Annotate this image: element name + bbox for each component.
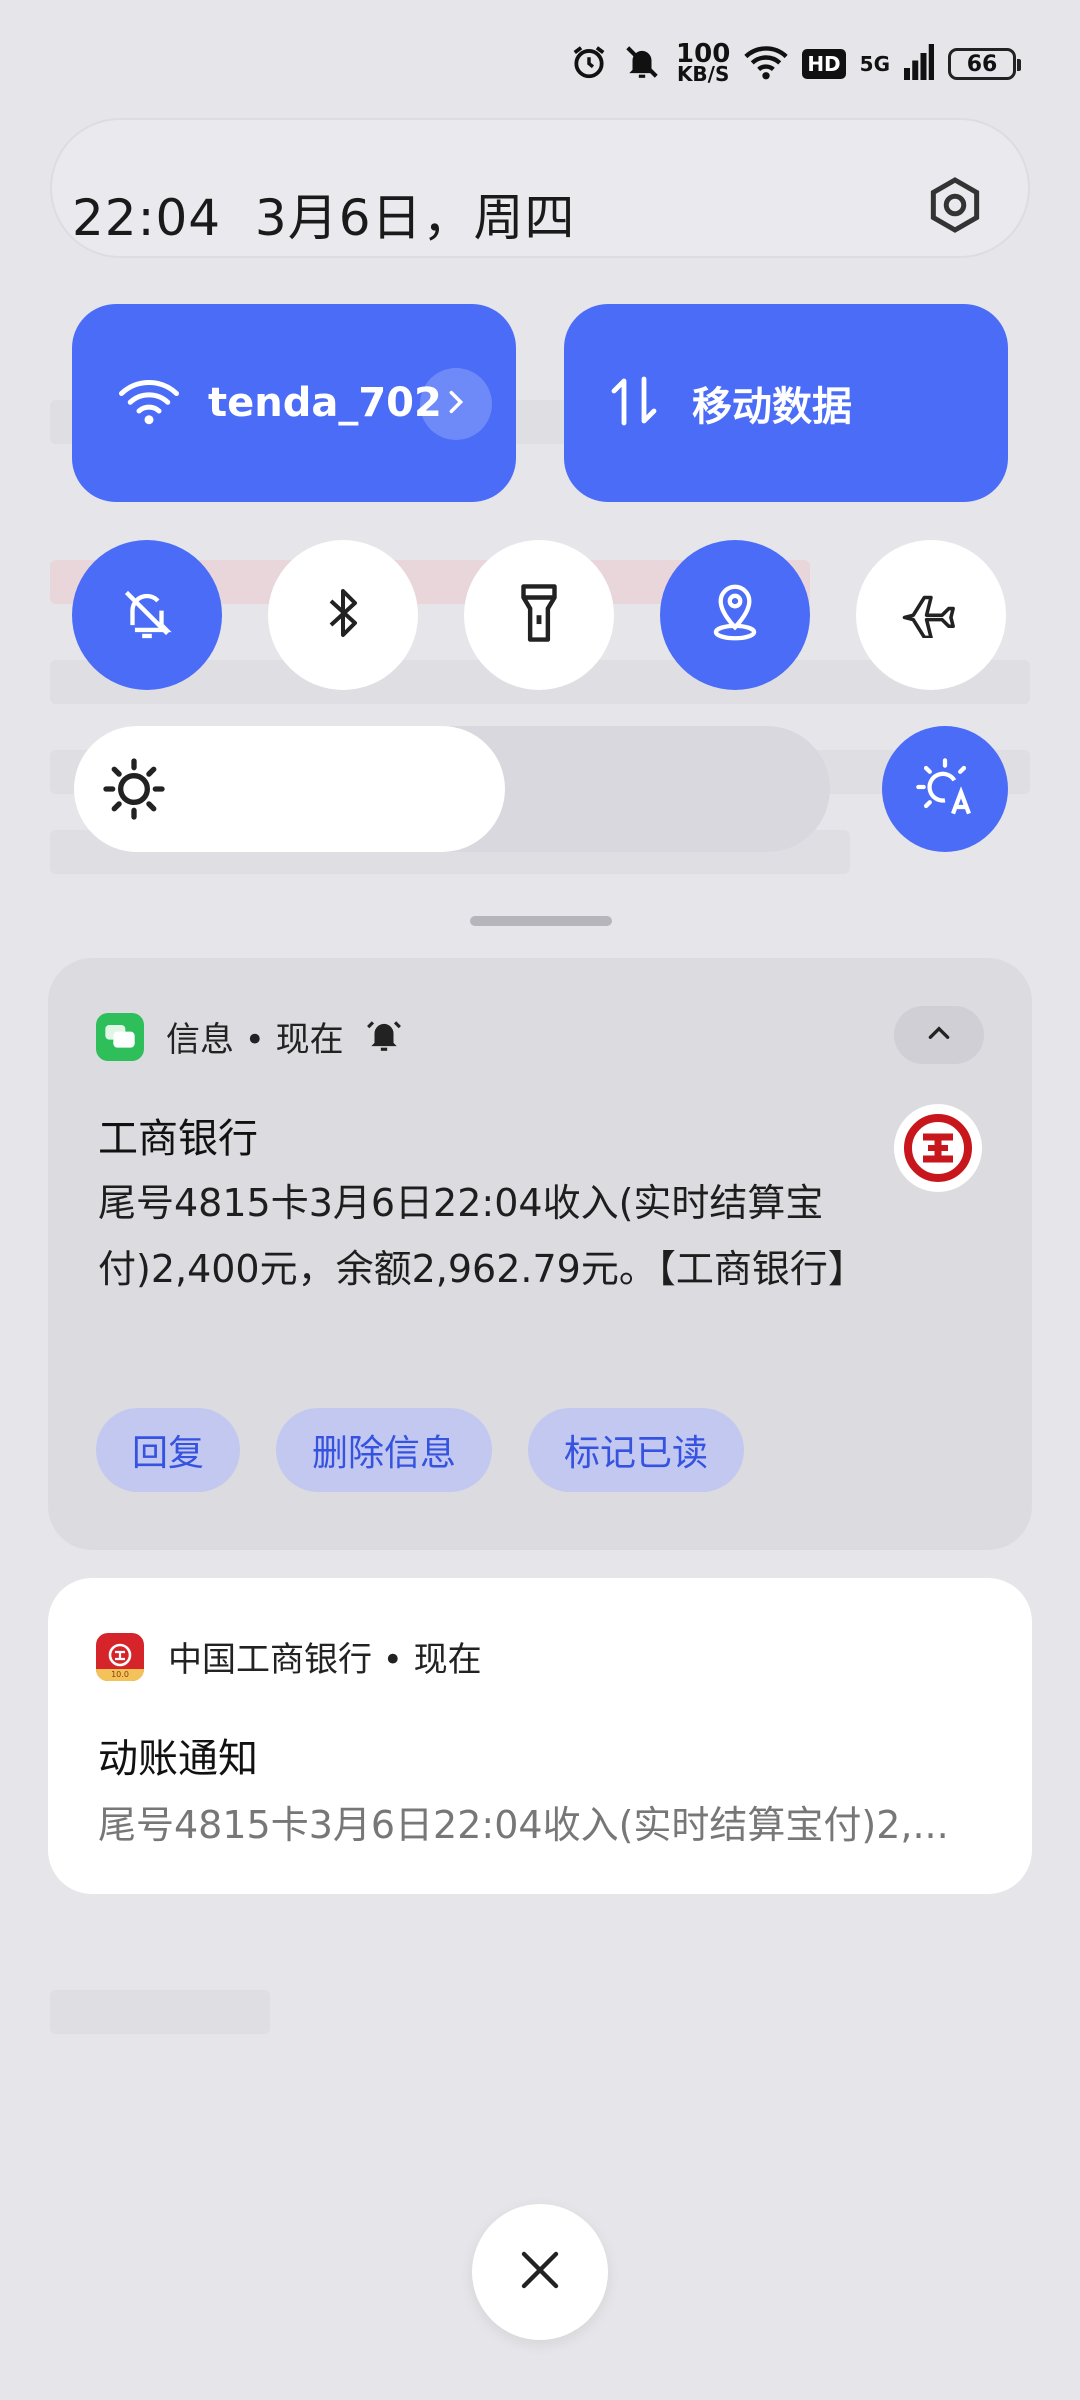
network-type: 5G xyxy=(859,52,890,76)
wifi-icon xyxy=(744,43,788,85)
mobile-data-tile[interactable]: 移动数据 xyxy=(564,304,1008,502)
signal-icon xyxy=(904,44,934,84)
notification-title: 动账通知 xyxy=(98,1736,258,1782)
mobile-data-label: 移动数据 xyxy=(692,384,852,430)
notification-header: 10.0 中国工商银行 • 现在 xyxy=(96,1632,482,1681)
notification-actions: 回复 删除信息 标记已读 xyxy=(96,1408,745,1492)
app-version-badge: 10.0 xyxy=(96,1668,144,1681)
wifi-tile[interactable]: tenda_702 xyxy=(72,304,516,502)
battery-indicator: 66 xyxy=(948,48,1021,80)
location-icon xyxy=(706,582,764,648)
airplane-icon xyxy=(900,588,962,642)
chevron-up-icon xyxy=(926,1023,952,1047)
wifi-details-button[interactable] xyxy=(420,368,492,440)
datetime-header: 22:04 3月6日，周四 xyxy=(72,178,576,250)
background-text-line xyxy=(50,1990,270,2034)
auto-brightness-icon xyxy=(913,755,977,823)
notification-header: 信息 • 现在 xyxy=(96,1012,404,1061)
brightness-slider[interactable] xyxy=(74,726,830,852)
toggle-flashlight[interactable] xyxy=(464,540,614,690)
chevron-right-icon xyxy=(442,388,470,420)
date-text: 3月6日，周四 xyxy=(254,189,576,247)
notification-title: 工商银行 xyxy=(98,1116,258,1162)
hd-badge: HD xyxy=(802,49,846,79)
bluetooth-icon xyxy=(319,584,367,646)
wifi-icon xyxy=(118,376,180,430)
gear-icon xyxy=(925,175,985,239)
messages-app-icon xyxy=(96,1012,144,1061)
mute-icon xyxy=(118,584,176,646)
status-bar: 100 KB/S HD 5G 66 xyxy=(570,39,1021,88)
mark-read-button[interactable]: 标记已读 xyxy=(528,1408,745,1492)
reply-button[interactable]: 回复 xyxy=(96,1408,241,1492)
icbc-logo-icon xyxy=(894,1104,982,1196)
clear-notifications-button[interactable] xyxy=(472,2204,608,2340)
toggle-mute[interactable] xyxy=(72,540,222,690)
app-name-time: 中国工商银行 • 现在 xyxy=(168,1640,482,1680)
notification-body: 尾号4815卡3月6日22:04收入(实时结算宝付)2,... xyxy=(98,1803,949,1847)
icbc-app-notification-card[interactable]: 10.0 中国工商银行 • 现在 动账通知 尾号4815卡3月6日22:04收入… xyxy=(48,1578,1032,1894)
icbc-app-icon: 10.0 xyxy=(96,1632,144,1681)
mute-icon xyxy=(622,43,662,85)
toggle-bluetooth[interactable] xyxy=(268,540,418,690)
close-icon xyxy=(516,2246,564,2298)
notification-body: 尾号4815卡3月6日22:04收入(实时结算宝付)2,400元，余额2,962… xyxy=(98,1181,866,1291)
auto-brightness-toggle[interactable] xyxy=(882,726,1008,852)
alarm-icon xyxy=(570,43,608,85)
toggle-location[interactable] xyxy=(660,540,810,690)
sun-icon xyxy=(102,757,166,825)
wifi-network-name: tenda_702 xyxy=(208,380,442,426)
network-speed: 100 KB/S xyxy=(676,39,731,86)
delete-message-button[interactable]: 删除信息 xyxy=(276,1408,493,1492)
sms-notification-card[interactable]: 信息 • 现在 工商银行 尾号4815卡3月6日22:04收入(实时结算宝付)2… xyxy=(48,958,1032,1550)
clock-time: 22:04 xyxy=(72,189,222,247)
flashlight-icon xyxy=(515,582,563,648)
bell-icon xyxy=(364,1016,404,1058)
panel-drag-handle[interactable] xyxy=(470,916,612,926)
data-transfer-icon xyxy=(610,375,658,431)
collapse-button[interactable] xyxy=(894,1006,984,1064)
settings-button[interactable] xyxy=(920,172,990,242)
toggle-airplane[interactable] xyxy=(856,540,1006,690)
app-name-time: 信息 • 现在 xyxy=(166,1020,344,1060)
